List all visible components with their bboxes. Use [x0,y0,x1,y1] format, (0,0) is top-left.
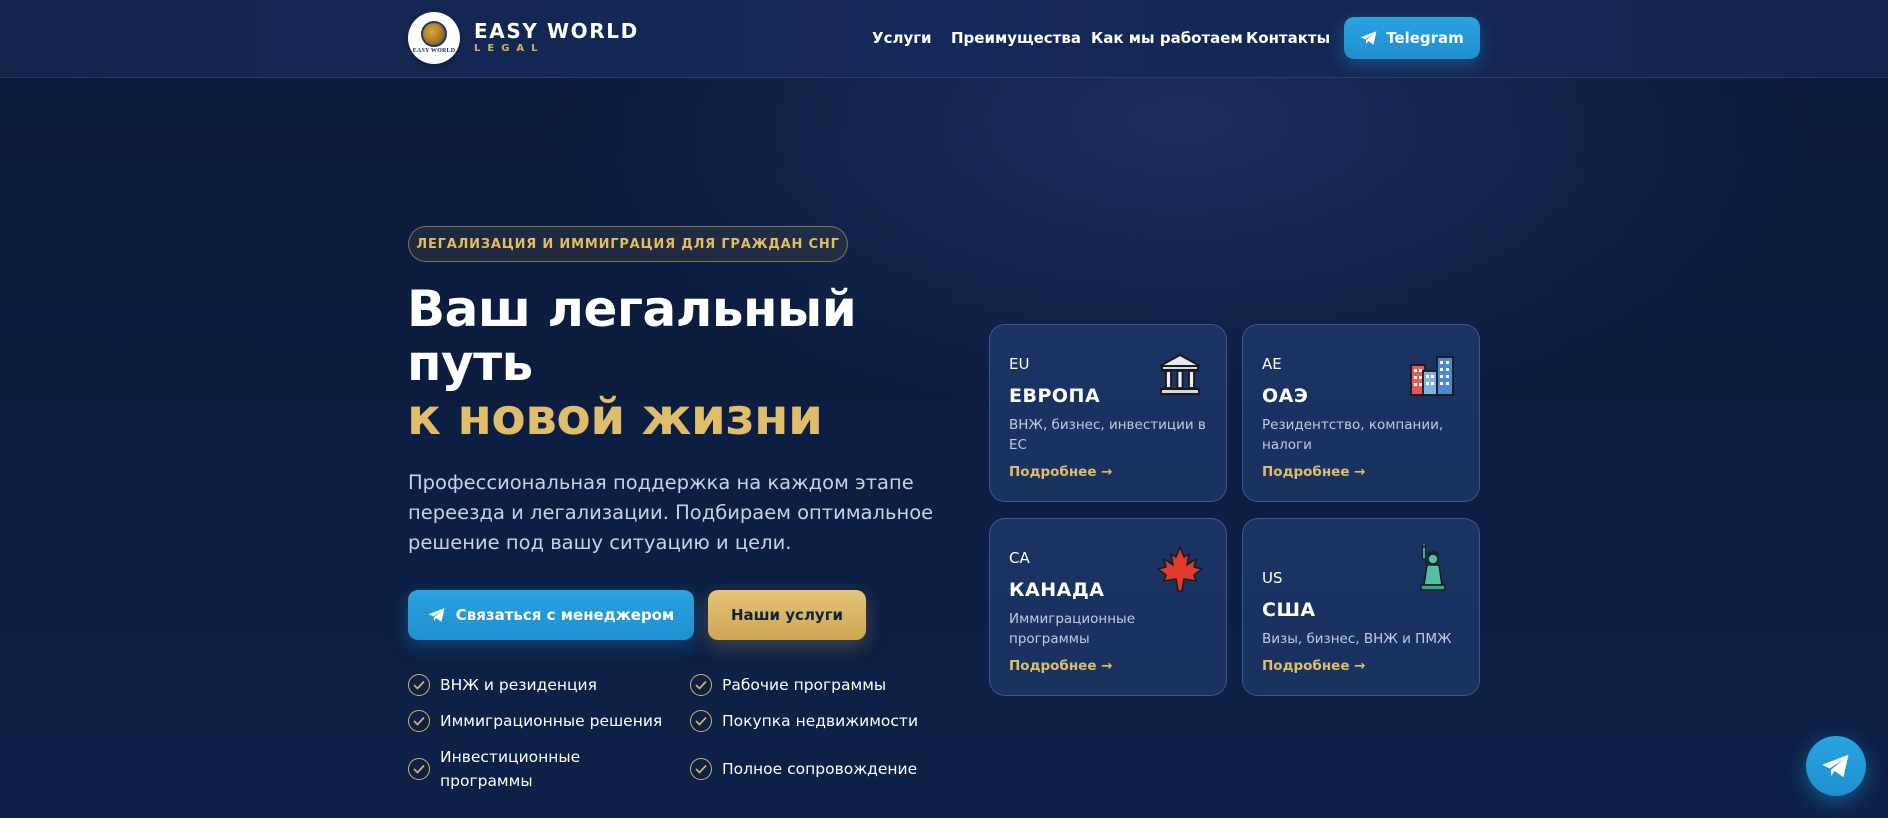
maple-leaf-icon [1157,546,1203,592]
hero-title: Ваш легальный путь к новой жизни [407,280,857,446]
contact-manager-button[interactable]: Связаться с менеджером [408,590,694,640]
card-title: США [1262,599,1316,621]
feature-item: Полное сопровождение [690,757,917,781]
card-description-line: налоги [1262,437,1312,453]
check-icon [408,710,430,732]
check-icon [408,674,430,696]
hero-title-line: Ваш легальный [407,280,857,338]
feature-label: Рабочие программы [722,676,887,694]
feature-label: ВНЖ и резиденция [440,676,597,694]
card-description-line: Визы, бизнес, ВНЖ и ПМЖ [1262,631,1452,647]
destination-card-usa[interactable]: US США Визы, бизнес, ВНЖ и ПМЖ Подробнее… [1242,518,1480,696]
country-code: US [1262,569,1283,587]
card-title: ЕВРОПА [1009,385,1101,407]
hero-title-line: путь [407,334,533,392]
hero-badge: ЛЕГАЛИЗАЦИЯ И ИММИГРАЦИЯ ДЛЯ ГРАЖДАН СНГ [408,226,848,262]
feature-label: Иммиграционные решения [440,712,663,730]
card-description-line: ЕС [1009,437,1027,453]
hero-lead: Профессиональная поддержка на каждом эта… [408,468,948,558]
check-icon [690,758,712,780]
contact-manager-button-label: Связаться с менеджером [455,606,675,624]
card-description-line: программы [1009,631,1090,647]
city-buildings-icon [1410,356,1454,396]
card-title: КАНАДА [1009,579,1105,601]
card-description-line: Иммиграционные [1009,611,1136,627]
nav-link-how-we-work[interactable]: Как мы работаем [1091,29,1243,47]
telegram-icon [1360,31,1377,45]
country-code: EU [1009,355,1030,373]
check-icon [408,758,430,780]
telegram-icon [428,608,445,622]
check-icon [690,674,712,696]
nav-link-advantages[interactable]: Преимущества [951,29,1081,47]
card-description-line: ВНЖ, бизнес, инвестиции в [1009,417,1206,433]
card-description: Резидентство, компании, налоги [1262,415,1462,455]
feature-label: Инвестиционные программы [440,745,580,793]
card-more-link[interactable]: Подробнее → [1009,464,1113,480]
card-description: Иммиграционные программы [1009,609,1209,649]
card-more-link[interactable]: Подробнее → [1009,658,1113,674]
logo-subtitle: LEGAL [474,43,545,54]
check-icon [690,710,712,732]
telegram-button-label: Telegram [1386,29,1464,47]
hero-lead-line: переезда и легализации. Подбираем оптима… [408,501,934,524]
globe-icon [421,20,447,47]
destination-card-uae[interactable]: AE ОАЭ Резидентство, компании, налоги По… [1242,324,1480,502]
card-more-link[interactable]: Подробнее → [1262,658,1366,674]
nav-link-services[interactable]: Услуги [872,29,932,47]
logo-emblem: EASY WORLD [408,12,460,64]
destination-card-canada[interactable]: CA КАНАДА Иммиграционные программы Подро… [989,518,1227,696]
hero-lead-line: решение под вашу ситуацию и цели. [408,531,792,554]
feature-label-line: Инвестиционные [440,748,581,766]
telegram-button[interactable]: Telegram [1344,17,1480,59]
logo-wordmark: EASY WORLD LEGAL [474,20,639,56]
logo-mini-text: EASY WORLD [412,47,456,54]
telegram-icon [1822,754,1849,778]
our-services-button-label: Наши услуги [730,606,844,624]
bank-icon [1159,353,1201,395]
card-description: ВНЖ, бизнес, инвестиции в ЕС [1009,415,1209,455]
statue-of-liberty-icon [1420,543,1446,591]
feature-item: Иммиграционные решения [408,709,662,733]
feature-label: Покупка недвижимости [722,712,919,730]
feature-item: ВНЖ и резиденция [408,673,597,697]
card-description: Визы, бизнес, ВНЖ и ПМЖ [1262,629,1462,649]
feature-item: Рабочие программы [690,673,886,697]
hero-title-highlight: к новой жизни [407,388,823,446]
card-more-link[interactable]: Подробнее → [1262,464,1366,480]
logo-title: EASY WORLD [474,19,639,43]
destination-card-europe[interactable]: EU ЕВРОПА ВНЖ, бизнес, инвестиции в ЕС П… [989,324,1227,502]
feature-item: Покупка недвижимости [690,709,918,733]
feature-item: Инвестиционные программы [408,745,580,793]
nav-link-contacts[interactable]: Контакты [1246,29,1330,47]
feature-label-line: программы [440,772,533,790]
site-header: EASY WORLD EASY WORLD LEGAL Услуги Преим… [0,0,1888,78]
hero-lead-line: Профессиональная поддержка на каждом эта… [408,471,914,494]
logo[interactable]: EASY WORLD EASY WORLD LEGAL [408,12,639,64]
card-description-line: Резидентство, компании, [1262,417,1444,433]
floating-telegram-button[interactable] [1806,736,1866,796]
our-services-button[interactable]: Наши услуги [708,590,866,640]
country-code: CA [1009,549,1030,567]
feature-label: Полное сопровождение [722,760,918,778]
card-title: ОАЭ [1262,385,1309,407]
country-code: AE [1262,355,1282,373]
